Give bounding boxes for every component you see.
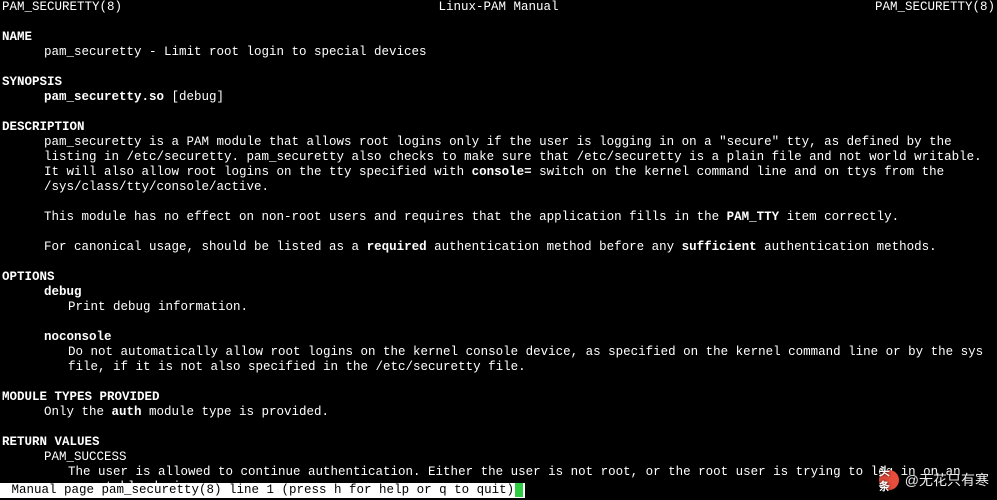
- section-return-values-heading: RETURN VALUES: [0, 435, 997, 450]
- header-left: PAM_SECURETTY(8): [2, 0, 122, 15]
- watermark-text: @无花只有寒: [905, 473, 989, 488]
- watermark: 头条 @无花只有寒: [879, 470, 989, 490]
- section-synopsis-heading: SYNOPSIS: [0, 75, 997, 90]
- section-description-heading: DESCRIPTION: [0, 120, 997, 135]
- header-center: Linux-PAM Manual: [438, 0, 558, 15]
- name-text: pam_securetty - Limit root login to spec…: [0, 45, 997, 60]
- synopsis-text: pam_securetty.so [debug]: [0, 90, 997, 105]
- section-module-types-heading: MODULE TYPES PROVIDED: [0, 390, 997, 405]
- option-name: debug: [0, 285, 997, 300]
- option-name: noconsole: [0, 330, 997, 345]
- toutiao-logo-icon: 头条: [879, 470, 899, 490]
- section-options-heading: OPTIONS: [0, 270, 997, 285]
- pager-status-text: Manual page pam_securetty(8) line 1 (pre…: [4, 483, 514, 497]
- cursor: [515, 483, 523, 497]
- man-header: PAM_SECURETTY(8) Linux-PAM Manual PAM_SE…: [0, 0, 997, 15]
- synopsis-cmd: pam_securetty.so: [44, 90, 164, 104]
- pager-status-bar[interactable]: Manual page pam_securetty(8) line 1 (pre…: [0, 483, 525, 498]
- return-value-name: PAM_SUCCESS: [0, 450, 997, 465]
- section-name-heading: NAME: [0, 30, 997, 45]
- module-types-text: Only the auth module type is provided.: [0, 405, 997, 420]
- header-right: PAM_SECURETTY(8): [875, 0, 995, 15]
- description-p2: This module has no effect on non-root us…: [0, 210, 997, 225]
- synopsis-args: [debug]: [164, 90, 224, 104]
- description-p3: For canonical usage, should be listed as…: [0, 240, 997, 255]
- description-p1: pam_securetty is a PAM module that allow…: [0, 135, 997, 195]
- option-desc: Do not automatically allow root logins o…: [0, 345, 997, 375]
- option-desc: Print debug information.: [0, 300, 997, 315]
